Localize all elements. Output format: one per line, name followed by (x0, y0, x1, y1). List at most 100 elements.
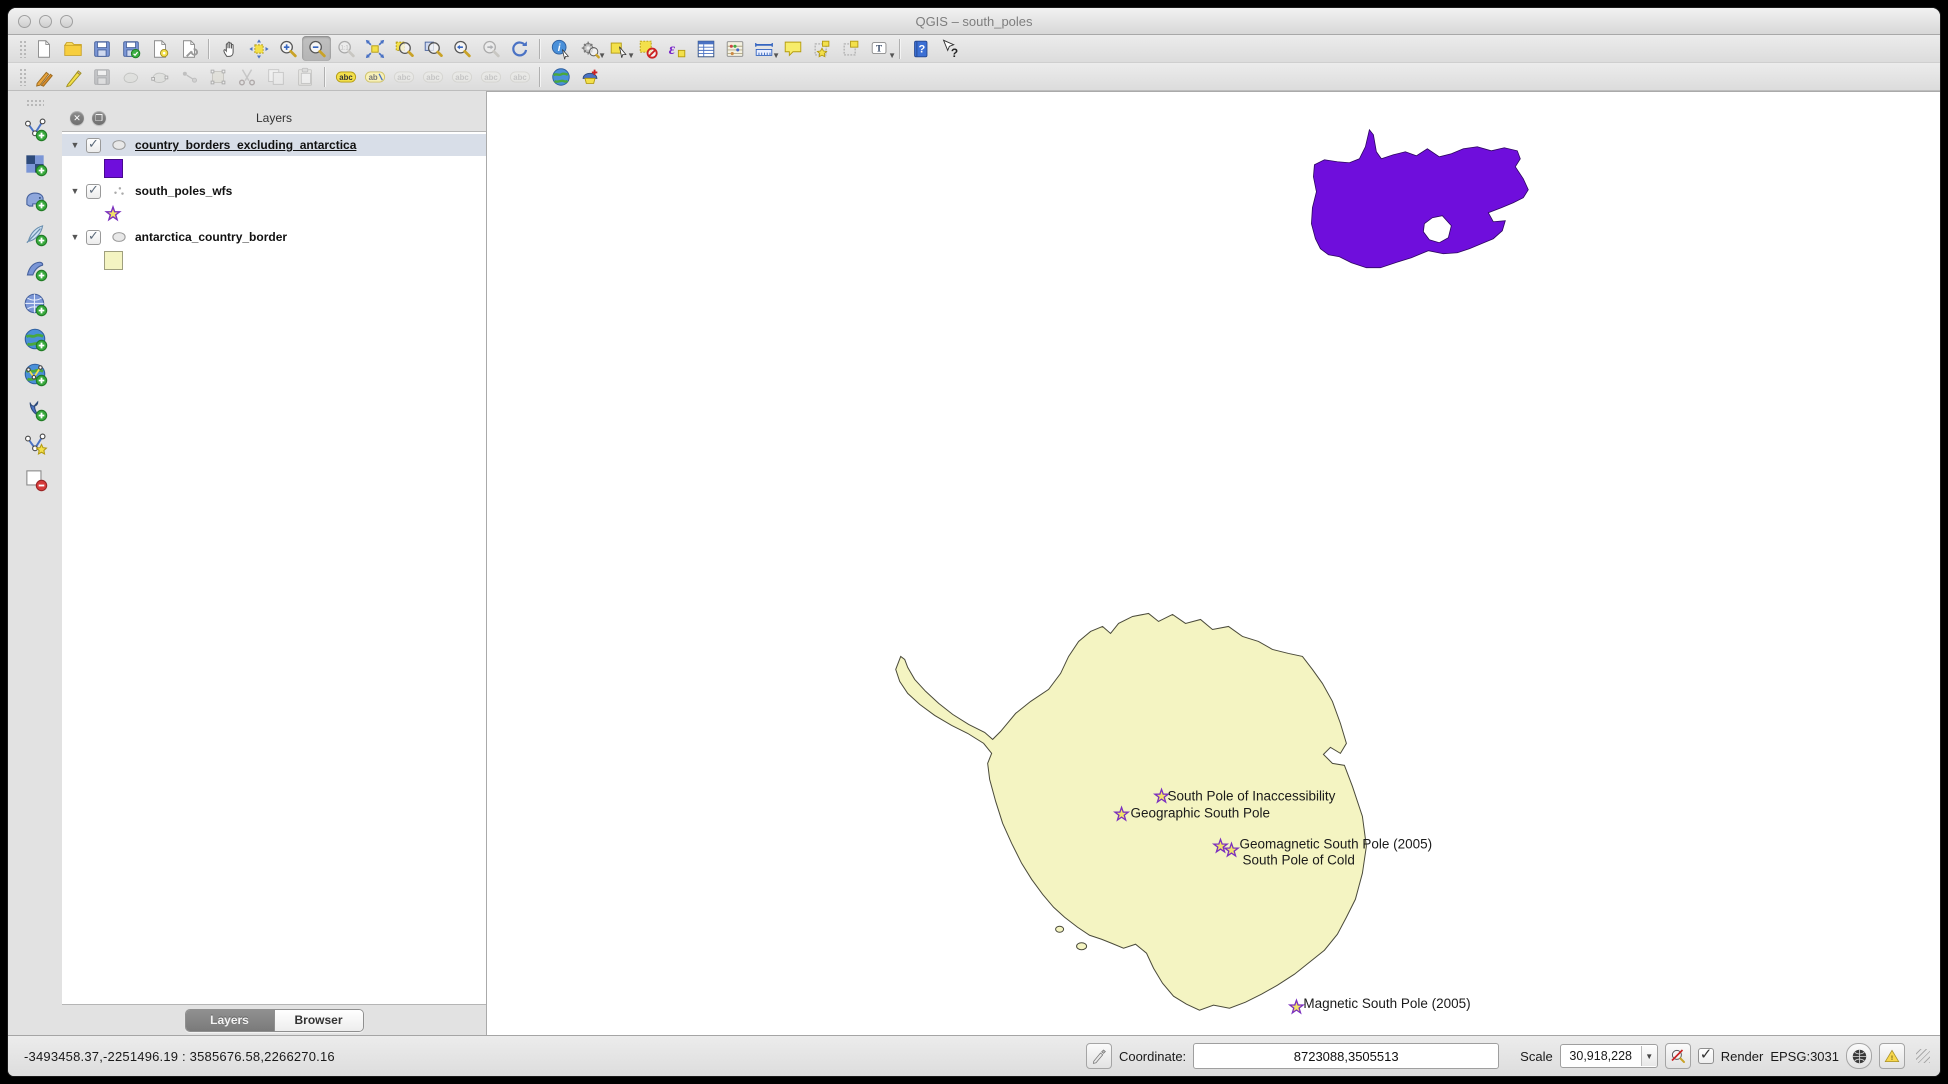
zoom-last-button[interactable] (447, 36, 476, 61)
world-globe-plugin-icon (550, 66, 572, 88)
layer-visibility-checkbox[interactable] (86, 184, 101, 199)
text-annotation-button[interactable]: T▼ (865, 36, 894, 61)
field-calculator-button[interactable] (720, 36, 749, 61)
show-bookmarks-icon (840, 38, 862, 60)
layer-row[interactable]: ▼south_poles_wfs (62, 180, 486, 202)
coordinate-input[interactable] (1193, 1043, 1499, 1069)
pin-labels-button[interactable]: abc (447, 64, 476, 89)
select-rectangle-button[interactable]: ▼ (604, 36, 633, 61)
openlayers-plugin-button[interactable] (575, 64, 604, 89)
add-postgis-layer-button[interactable] (19, 184, 51, 214)
deselect-all-button[interactable] (633, 36, 662, 61)
dropdown-arrow-icon[interactable]: ▼ (888, 52, 896, 60)
stop-render-button[interactable] (1665, 1043, 1691, 1069)
layer-visibility-checkbox[interactable] (86, 138, 101, 153)
new-bookmark-button[interactable] (807, 36, 836, 61)
open-attribute-table-button[interactable] (691, 36, 720, 61)
move-label-button[interactable]: ab (360, 64, 389, 89)
zoom-next-button[interactable] (476, 36, 505, 61)
whats-this-button[interactable]: ? (935, 36, 964, 61)
whats-this-icon: ? (939, 38, 961, 60)
zoom-native-button[interactable]: 1:1 (331, 36, 360, 61)
add-part-button[interactable] (145, 64, 174, 89)
add-wms-layer-button[interactable] (19, 289, 51, 319)
composer-manager-icon (178, 38, 200, 60)
remove-layer-icon (22, 466, 48, 492)
label-properties-button[interactable]: abc (505, 64, 534, 89)
toggle-extents-button[interactable] (1086, 1043, 1112, 1069)
rotate-label-button[interactable]: abc (389, 64, 418, 89)
node-tool-button[interactable] (203, 64, 232, 89)
new-print-composer-button[interactable] (145, 36, 174, 61)
zoom-to-selection-icon (393, 38, 415, 60)
add-wcs-layer-button[interactable] (19, 324, 51, 354)
layer-row[interactable]: ▼country_borders_excluding_antarctica (62, 134, 486, 156)
identify-features-button[interactable]: i (546, 36, 575, 61)
scale-dropdown-icon[interactable]: ▼ (1641, 1046, 1657, 1066)
map-canvas[interactable]: South Pole of InaccessibilityGeographic … (486, 91, 1940, 1035)
zoom-out-button[interactable] (302, 36, 331, 61)
messages-button[interactable]: ! (1879, 1043, 1905, 1069)
new-project-button[interactable] (29, 36, 58, 61)
new-bookmark-icon (811, 38, 833, 60)
toolbar-grip[interactable] (19, 40, 26, 58)
svg-text:abc: abc (513, 72, 527, 81)
add-vector-layer-button[interactable] (19, 114, 51, 144)
crs-status-button[interactable] (1846, 1043, 1872, 1069)
save-layer-edits-button[interactable] (87, 64, 116, 89)
select-features-menu-button[interactable]: ▼ (575, 36, 604, 61)
pan-map-button[interactable] (215, 36, 244, 61)
world-globe-plugin-button[interactable] (546, 64, 575, 89)
tab-layers[interactable]: Layers (186, 1010, 274, 1031)
save-project-button[interactable] (87, 36, 116, 61)
expand-triangle-icon[interactable]: ▼ (68, 186, 82, 196)
zoom-in-button[interactable] (273, 36, 302, 61)
layer-visibility-checkbox[interactable] (86, 230, 101, 245)
add-delimited-text-layer-button[interactable] (19, 394, 51, 424)
pan-to-selection-button[interactable] (244, 36, 273, 61)
current-edits-button[interactable] (29, 64, 58, 89)
add-spatialite-layer-button[interactable] (19, 219, 51, 249)
cut-features-button[interactable] (232, 64, 261, 89)
toggle-editing-button[interactable] (58, 64, 87, 89)
show-bookmarks-button[interactable] (836, 36, 865, 61)
layer-labeling-button[interactable]: abc (331, 64, 360, 89)
zoom-to-selection-button[interactable] (389, 36, 418, 61)
zoom-full-button[interactable] (360, 36, 389, 61)
add-raster-layer-button[interactable] (19, 149, 51, 179)
open-project-icon (62, 38, 84, 60)
copy-features-button[interactable] (261, 64, 290, 89)
zoom-to-layer-button[interactable] (418, 36, 447, 61)
toolbar-grip[interactable] (19, 68, 26, 86)
composer-manager-button[interactable] (174, 36, 203, 61)
expand-triangle-icon[interactable]: ▼ (68, 140, 82, 150)
new-shapefile-layer-button[interactable] (19, 429, 51, 459)
add-feature-button[interactable] (116, 64, 145, 89)
add-mssql-layer-button[interactable] (19, 254, 51, 284)
layer-row[interactable]: ▼antarctica_country_border (62, 226, 486, 248)
close-button[interactable] (18, 15, 31, 28)
map-tips-button[interactable] (778, 36, 807, 61)
render-checkbox[interactable] (1698, 1048, 1714, 1064)
select-by-expression-button[interactable]: ε (662, 36, 691, 61)
refresh-map-button[interactable] (505, 36, 534, 61)
scale-combo[interactable]: 30,918,228 ▼ (1560, 1044, 1658, 1068)
tab-browser[interactable]: Browser (274, 1010, 363, 1031)
expand-triangle-icon[interactable]: ▼ (68, 232, 82, 242)
change-label-button[interactable]: abc (418, 64, 447, 89)
toolbar-separator (899, 39, 901, 59)
open-project-button[interactable] (58, 36, 87, 61)
move-feature-button[interactable] (174, 64, 203, 89)
zoom-button[interactable] (60, 15, 73, 28)
highlight-labels-button[interactable]: abc (476, 64, 505, 89)
help-contents-icon: ? (910, 38, 932, 60)
minimize-button[interactable] (39, 15, 52, 28)
remove-layer-button[interactable] (19, 464, 51, 494)
save-project-as-button[interactable] (116, 36, 145, 61)
paste-features-button[interactable] (290, 64, 319, 89)
measure-line-button[interactable]: ▼ (749, 36, 778, 61)
add-wfs-layer-button[interactable] (19, 359, 51, 389)
resize-grip[interactable] (1916, 1049, 1930, 1063)
toolbar-grip[interactable] (26, 99, 44, 106)
help-contents-button[interactable]: ? (906, 36, 935, 61)
